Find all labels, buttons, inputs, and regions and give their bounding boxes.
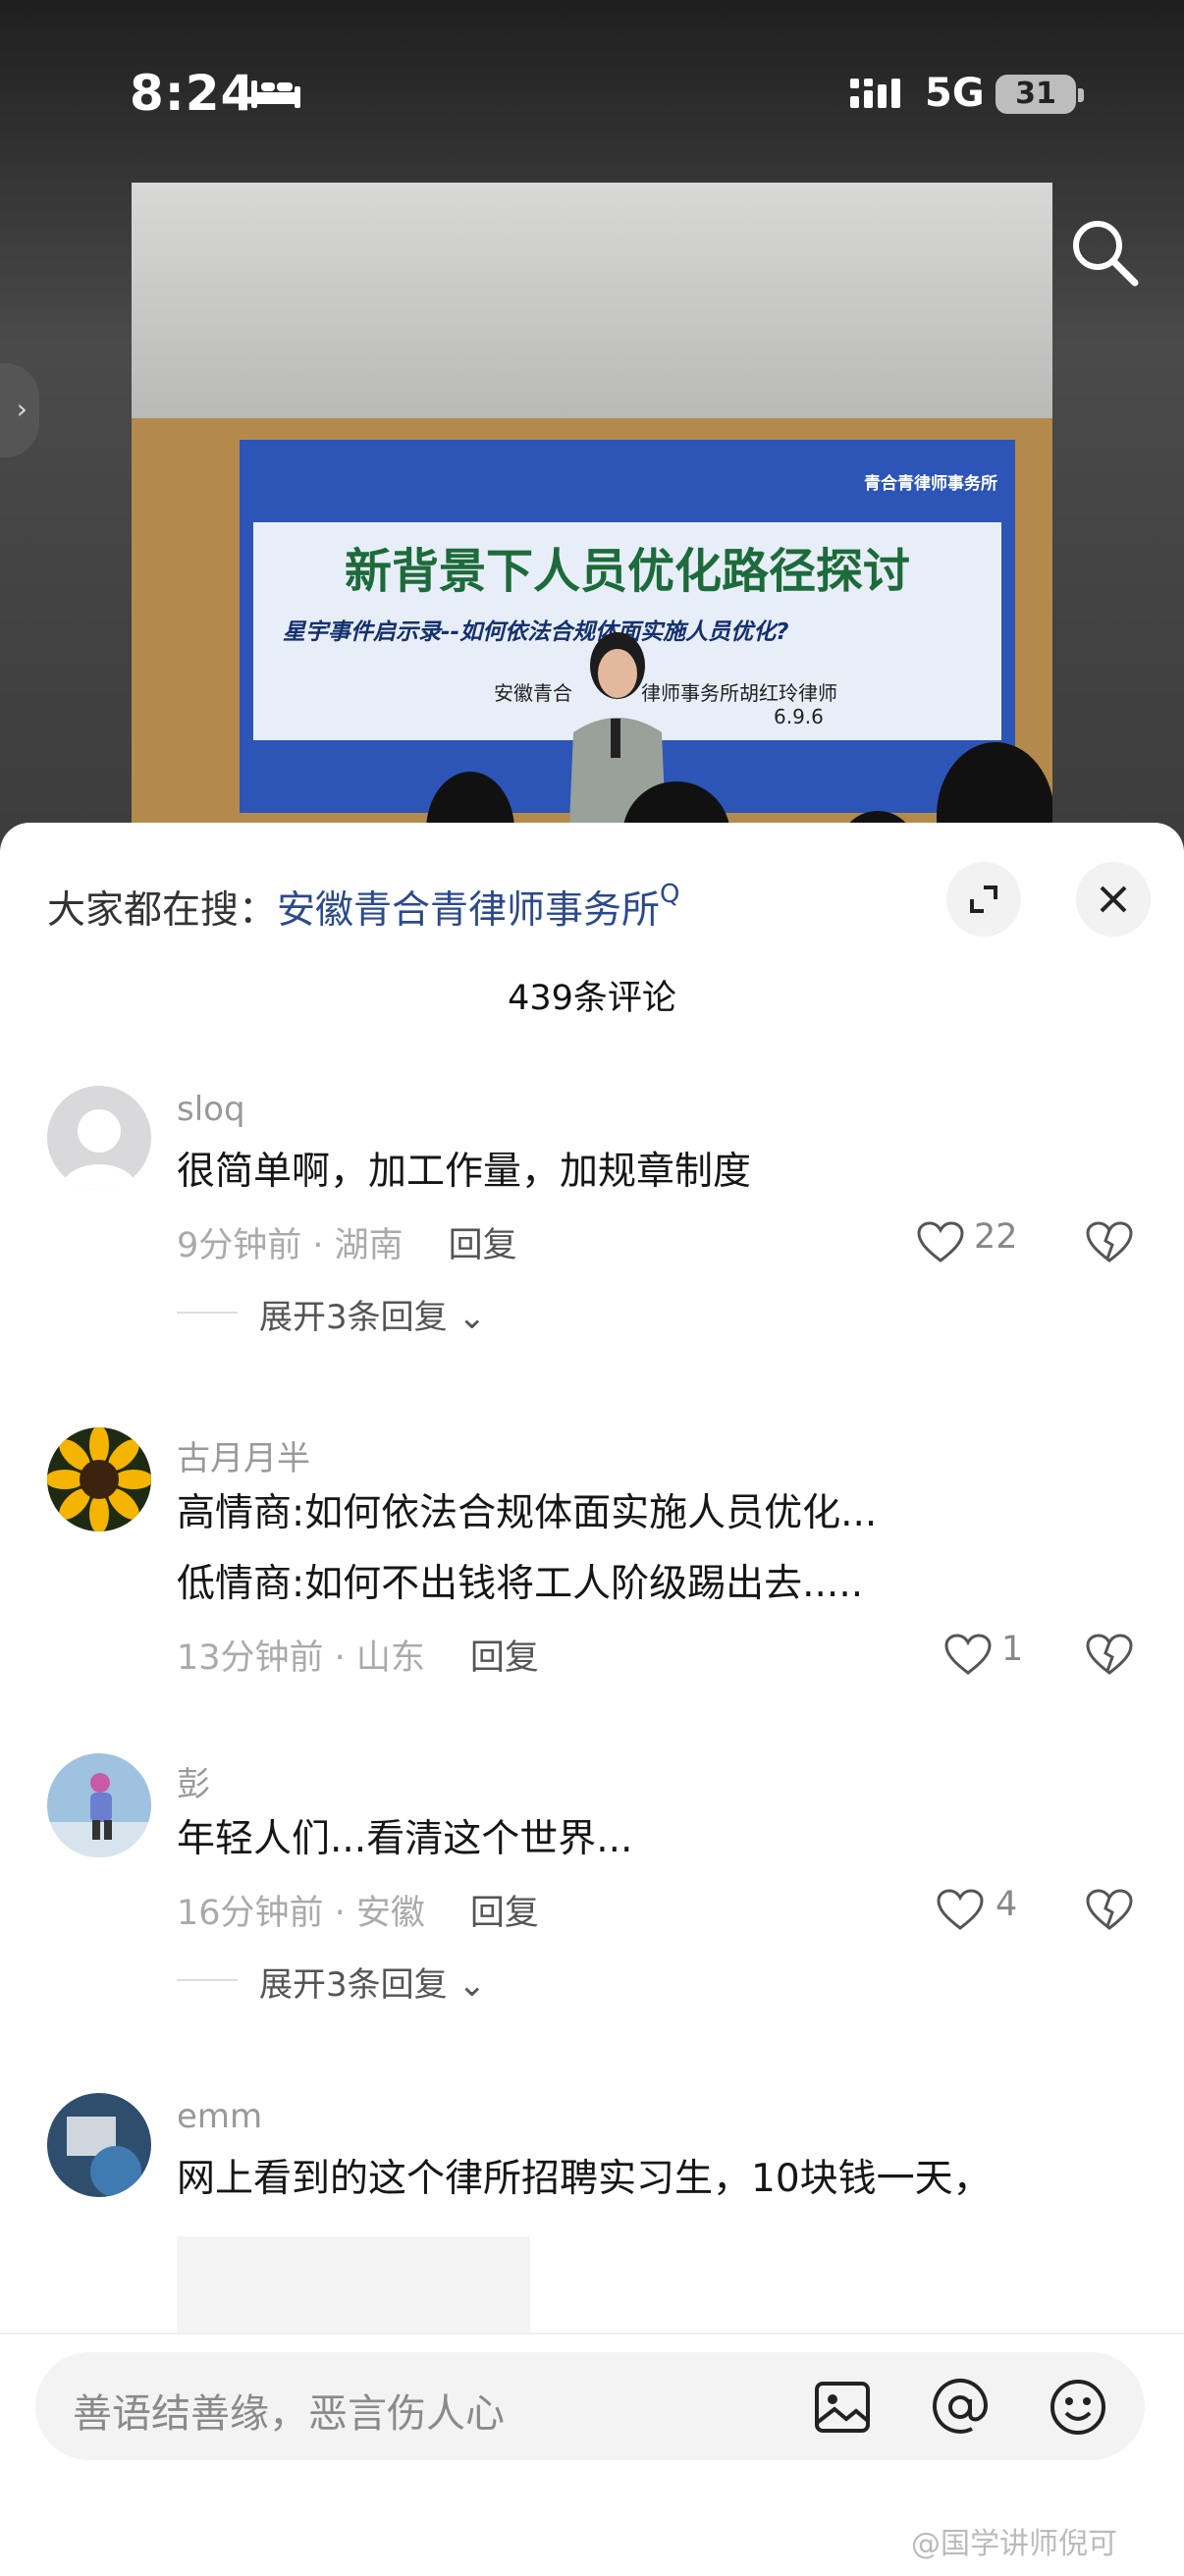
expand-button[interactable] [946,862,1021,937]
side-chevron-icon: › [16,393,27,425]
status-bar: 8:24 5G 31 [0,0,1184,196]
reply-button[interactable]: 回复 [449,1226,517,1265]
signal-icon [850,79,900,108]
reply-button[interactable]: 回复 [470,1638,539,1678]
broken-heart-icon[interactable] [1086,1634,1133,1677]
expand-divider [177,1312,238,1314]
hot-search-link[interactable]: 安徽青合青律师事务所 [277,888,660,933]
screen-logo: 青合青律师事务所 [864,474,997,494]
comment-time: 9分钟前 · 湖南 [177,1226,404,1265]
comment-meta: 13分钟前 · 山东 回复 [177,1630,539,1680]
comment-time: 16分钟前 · 安徽 [177,1894,425,1933]
comment-sheet: 大家都在搜：安徽青合青律师事务所Q 439条评论 sloq 很简单啊，加工作量，… [0,823,1184,2574]
battery-level: 31 [996,75,1076,114]
broken-heart-icon[interactable] [1086,1889,1133,1932]
comment-count: 439条评论 [508,979,676,1018]
at-icon[interactable] [929,2376,992,2439]
comment-username[interactable]: sloq [177,1090,245,1129]
expand-icon [970,886,997,913]
comment-text: 年轻人们...看清这个世界... [177,1817,633,1861]
reply-button[interactable]: 回复 [470,1894,539,1933]
close-button[interactable] [1076,862,1151,937]
comment-input[interactable]: 善语结善缘，恶言伤人心 [35,2352,1145,2460]
broken-heart-icon[interactable] [1086,1221,1133,1264]
slide-title: 新背景下人员优化路径探讨 [344,544,910,599]
hot-search[interactable]: 大家都在搜：安徽青合青律师事务所Q [47,880,680,935]
comment-text: 网上看到的这个律所招聘实习生，10块钱一天， [177,2157,992,2201]
avatar[interactable] [47,1753,151,1857]
battery-tip [1078,88,1084,102]
photo-avatar-icon [67,2117,141,2197]
comment-text: 很简单啊，加工作量，加规章制度 [177,1150,752,1194]
close-icon [1100,886,1127,913]
video-area[interactable]: 青合青律师事务所 新背景下人员优化路径探讨 星宇事件启示录--如何依法合规体面实… [0,0,1184,864]
comment-image-thumbnail[interactable] [177,2236,530,2344]
status-time: 8:24 [130,65,256,122]
heart-icon[interactable] [944,1634,992,1677]
image-icon[interactable] [811,2376,874,2439]
network-type: 5G [925,71,985,116]
comment-meta: 9分钟前 · 湖南 回复 [177,1217,517,1267]
heart-icon[interactable] [937,1889,984,1932]
avatar[interactable] [47,2093,151,2197]
comment-meta: 16分钟前 · 安徽 回复 [177,1885,539,1935]
like-count: 1 [1001,1630,1024,1669]
default-avatar-icon [62,1109,136,1190]
avatar[interactable] [47,1427,151,1531]
heart-icon[interactable] [917,1221,964,1264]
search-icon[interactable] [1068,216,1141,289]
bed-icon [251,80,300,108]
like-count: 22 [974,1217,1018,1257]
like-count: 4 [996,1885,1018,1924]
hot-search-search-icon: Q [660,880,680,909]
slide-author-head: 安徽青合 [494,681,572,705]
post-photo[interactable]: 青合青律师事务所 新背景下人员优化路径探讨 星宇事件启示录--如何依法合规体面实… [132,183,1052,864]
expand-replies-label[interactable]: 展开3条回复 ⌄ [259,1290,486,1338]
comment-username[interactable]: 古月月半 [177,1431,310,1479]
emoji-icon[interactable] [1047,2376,1109,2439]
sunflower-avatar-icon [47,1427,151,1531]
comment-text-line: 高情商:如何依法合规体面实施人员优化... [177,1491,878,1535]
photo-ceiling [132,183,1052,418]
expand-replies-label[interactable]: 展开3条回复 ⌄ [259,1958,486,2006]
comment-input-placeholder: 善语结善缘，恶言伤人心 [73,2391,505,2437]
avatar[interactable] [47,1086,151,1190]
expand-divider [177,1979,238,1981]
comment-username[interactable]: emm [177,2097,262,2136]
skater-avatar-icon [47,1773,151,1857]
watermark: @国学讲师倪可 [911,2527,1117,2561]
slide-date: 6.9.6 [774,705,824,728]
comment-time: 13分钟前 · 山东 [177,1638,425,1678]
comment-text-line: 低情商:如何不出钱将工人阶级踢出去..... [177,1562,864,1606]
hot-search-prefix: 大家都在搜： [47,888,278,933]
comment-username[interactable]: 彭 [177,1757,210,1805]
